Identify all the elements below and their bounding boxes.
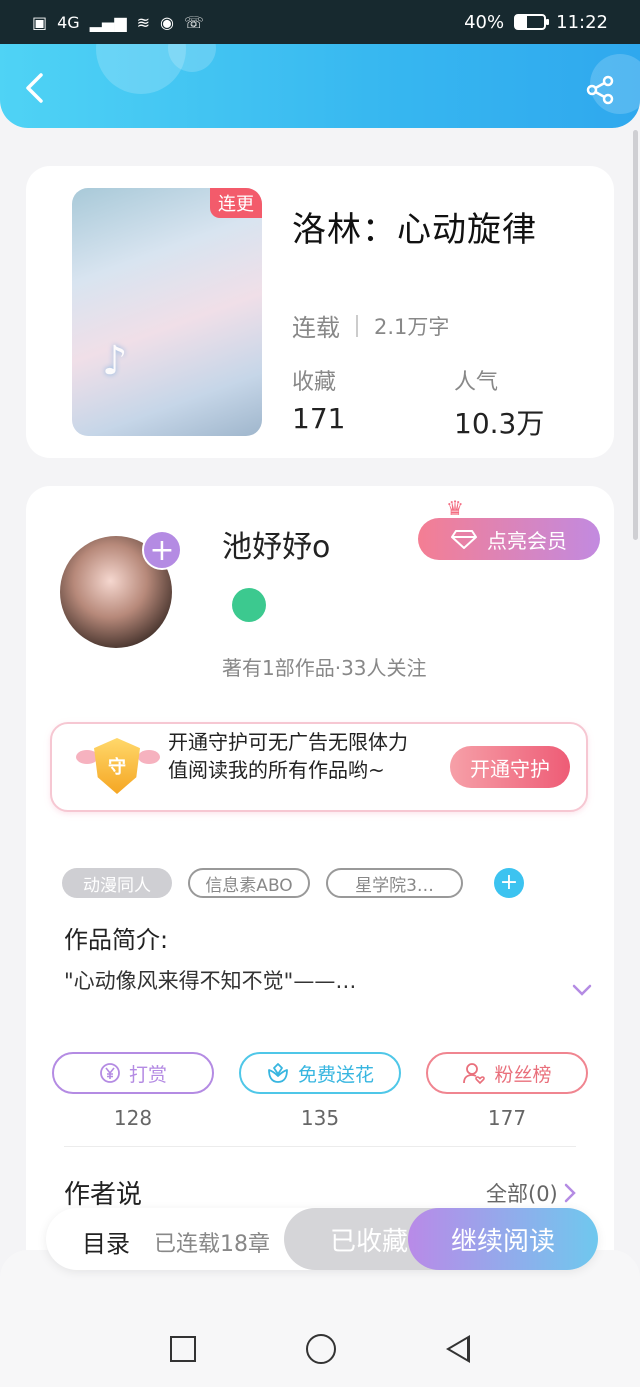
share-button[interactable]: [584, 74, 616, 106]
back-nav-icon[interactable]: [446, 1334, 470, 1363]
open-guard-button[interactable]: 开通守护: [450, 746, 570, 788]
battery-icon: [514, 14, 550, 30]
divider: [356, 314, 358, 337]
bottom-action-bar: 目录 已连载18章 已收藏 继续阅读: [46, 1208, 598, 1270]
tip-button[interactable]: 打赏: [52, 1052, 214, 1094]
author-meta: 著有1部作品·33人关注: [222, 656, 427, 680]
diamond-icon: [451, 530, 477, 549]
battery-percent: 40%: [464, 11, 505, 33]
section-divider: [64, 1146, 576, 1147]
chapter-count[interactable]: 已连载18章: [154, 1226, 270, 1258]
recent-apps-icon[interactable]: [170, 1335, 196, 1362]
wing-right-decor: [138, 750, 160, 764]
vip-button-label: 点亮会员: [487, 528, 567, 553]
chevron-right-icon: [564, 1183, 576, 1203]
clock: 11:22: [556, 11, 608, 33]
add-tag-button[interactable]: +: [494, 868, 524, 898]
favorites-label: 收藏: [292, 370, 337, 395]
tag-item[interactable]: 星学院3…: [326, 868, 463, 898]
flower-count: 135: [300, 1106, 340, 1130]
user-heart-icon: [463, 1063, 486, 1085]
header: [0, 44, 640, 128]
missed-call-icon: ☏: [184, 12, 205, 32]
chevron-left-icon: [26, 73, 43, 103]
continue-reading-button[interactable]: 继续阅读: [408, 1208, 598, 1270]
tag-item[interactable]: 动漫同人: [62, 868, 172, 898]
send-flower-button[interactable]: 免费送花: [239, 1052, 401, 1094]
book-cover[interactable]: ♪ 连更: [72, 188, 262, 436]
book-title: 洛林：心动旋律: [292, 210, 537, 250]
flower-icon: [268, 1063, 288, 1083]
favorites-value: 171: [292, 402, 346, 435]
guard-text: 开通守护可无广告无限体力值阅读我的所有作品哟~: [168, 730, 408, 782]
battery-fill: [516, 16, 528, 28]
author-says-all-link[interactable]: 全部(0): [486, 1178, 576, 1208]
crown-icon: ♛: [446, 496, 464, 520]
word-count: 2.1万字: [374, 314, 450, 339]
shield-label: 守: [108, 757, 126, 778]
toc-button[interactable]: 目录: [82, 1224, 130, 1259]
follow-plus-icon[interactable]: +: [142, 530, 182, 570]
status-right: 40% 11:22: [464, 12, 608, 33]
book-status-row: 连载 2.1万字: [292, 308, 449, 343]
fan-ranking-button[interactable]: 粉丝榜: [426, 1052, 588, 1094]
author-says-title: 作者说: [64, 1180, 143, 1210]
update-tag: 连更: [210, 188, 262, 218]
fan-count: 177: [487, 1106, 527, 1130]
vip-button[interactable]: 点亮会员: [418, 518, 600, 560]
author-name[interactable]: 池妤妤o: [222, 522, 330, 566]
fan-ranking-label: 粉丝榜: [494, 1063, 552, 1086]
popularity-value: 10.3万: [454, 407, 545, 440]
share-icon: [586, 75, 614, 105]
expand-intro-button[interactable]: [572, 980, 592, 1000]
author-badge-icon: [232, 588, 266, 622]
cover-illustration: ♪: [102, 338, 128, 384]
status-left: ▣ 4G ▂▄▆ ≋ ◉ ☏: [32, 13, 204, 32]
yen-icon: [100, 1063, 120, 1083]
tag-item[interactable]: 信息素ABO: [188, 868, 310, 898]
intro-text: "心动像风来得不知不觉"——…: [64, 969, 357, 993]
hd-icon: ▣: [32, 12, 48, 32]
scrollbar[interactable]: [633, 130, 638, 540]
tip-count: 128: [113, 1106, 153, 1130]
intro-title: 作品简介:: [64, 926, 169, 954]
author-card: + 池妤妤o 著有1部作品·33人关注 ♛ 点亮会员 守 开通守护可无广告无限体…: [26, 486, 614, 1286]
all-link-label: 全部(0): [486, 1182, 558, 1206]
chevron-down-icon: [572, 984, 592, 996]
system-nav-bar: [0, 1310, 640, 1387]
home-icon[interactable]: [306, 1333, 336, 1364]
eye-icon: ◉: [160, 12, 174, 32]
wifi-icon: ≋: [136, 12, 151, 32]
popularity-label: 人气: [454, 370, 499, 395]
send-flower-label: 免费送花: [297, 1063, 374, 1086]
back-button[interactable]: [18, 72, 50, 104]
shield-icon: 守: [94, 738, 140, 794]
serial-status: 连载: [292, 314, 340, 342]
status-bar: ▣ 4G ▂▄▆ ≋ ◉ ☏ 40% 11:22: [0, 0, 640, 44]
book-card: ♪ 连更 洛林：心动旋律 连载 2.1万字 收藏 171 人气 10.3万: [26, 166, 614, 458]
network-label: 4G: [57, 12, 80, 32]
guard-banner: 守 开通守护可无广告无限体力值阅读我的所有作品哟~ 开通守护: [50, 722, 588, 812]
tip-label: 打赏: [128, 1063, 167, 1086]
signal-icon: ▂▄▆: [89, 12, 127, 32]
